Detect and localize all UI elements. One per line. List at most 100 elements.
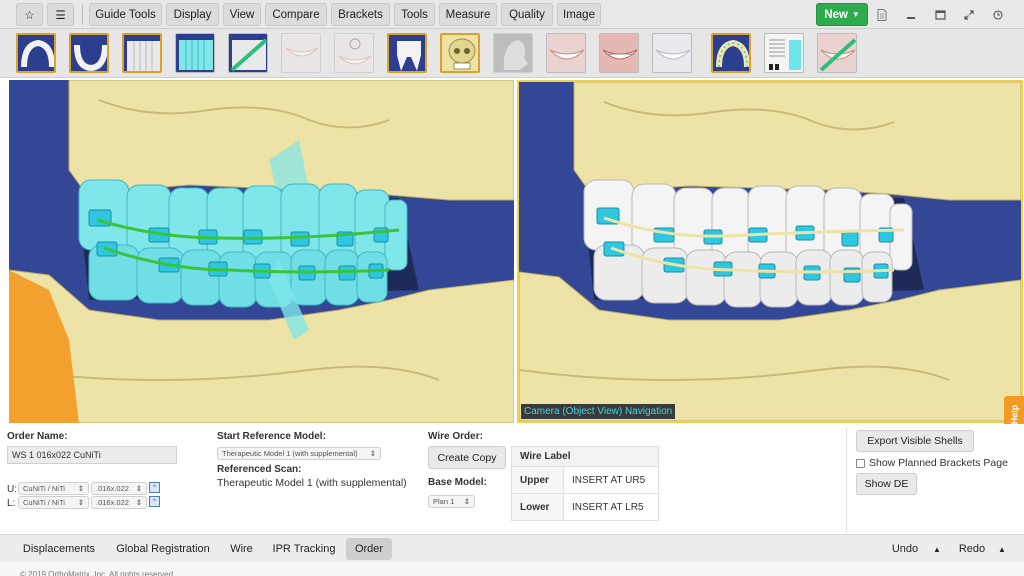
lower-size-select[interactable]: .016x.022 ⇕	[91, 496, 147, 509]
bottom-tab-bar: Displacements Global Registration Wire I…	[0, 534, 1024, 562]
menu-tools[interactable]: Tools	[394, 3, 435, 26]
molar-view-thumb[interactable]	[387, 33, 427, 73]
menu-view[interactable]: View	[223, 3, 261, 26]
tab-order[interactable]: Order	[346, 538, 392, 560]
list-button[interactable]: ☰	[47, 3, 74, 26]
table-row: Lower INSERT AT LR5	[511, 493, 659, 521]
menu-quality[interactable]: Quality	[501, 3, 553, 26]
upper-size-select[interactable]: .016x.022 ⇕	[91, 482, 147, 495]
new-button[interactable]: New ▼	[816, 3, 868, 26]
upper-wire-label-cell[interactable]: INSERT AT UR5	[563, 466, 659, 494]
lower-arch-view-thumb[interactable]	[69, 33, 109, 73]
export-visible-shells-button[interactable]: Export Visible Shells	[856, 430, 974, 452]
smile-photo-view-thumb[interactable]	[546, 33, 586, 73]
wire-label-table: Wire Label Upper INSERT AT UR5 Lower INSER…	[511, 446, 659, 521]
referenced-scan-label: Referenced Scan:	[217, 464, 302, 475]
jaw-model-with-planned-wires	[9, 80, 514, 423]
smile-slash-view-thumb[interactable]	[817, 33, 857, 73]
menu-image[interactable]: Image	[557, 3, 601, 26]
minimize-icon[interactable]	[901, 5, 921, 24]
lower-prefix: L:	[7, 498, 16, 509]
updown-icon: ⇕	[463, 497, 470, 506]
panel-divider	[846, 428, 847, 532]
redo-button[interactable]: Redo	[952, 538, 992, 560]
tab-displacements[interactable]: Displacements	[16, 538, 102, 560]
upper-row-label: Upper	[511, 466, 564, 494]
arch-brackets-view-thumb[interactable]	[711, 33, 751, 73]
top-toolbar: ☆ ☰ Guide Tools Display View Compare Bra…	[0, 0, 1024, 29]
base-model-label: Base Model:	[428, 477, 487, 488]
chart-view-thumb[interactable]	[764, 33, 804, 73]
create-copy-button[interactable]: Create Copy	[428, 446, 506, 469]
wire-label-header: Wire Label	[511, 446, 659, 467]
menu-display[interactable]: Display	[166, 3, 219, 26]
smile-view-thumb[interactable]	[281, 33, 321, 73]
lower-material-select[interactable]: CuNiTi / NiTi ⇕	[18, 496, 89, 509]
upper-size-value: .016x.022	[96, 484, 129, 493]
view-thumbnail-strip	[0, 29, 1024, 78]
menu-guide-tools[interactable]: Guide Tools	[89, 3, 162, 26]
left-3d-viewport[interactable]	[9, 80, 514, 423]
lower-size-value: .016x.022	[96, 498, 129, 507]
document-icon[interactable]	[872, 5, 892, 24]
clock-icon[interactable]	[988, 5, 1008, 24]
menu-compare[interactable]: Compare	[265, 3, 327, 26]
copyright-footer: © 2019 OrthoMatrix, Inc. All rights rese…	[0, 562, 1024, 576]
order-name-label: Order Name:	[7, 431, 68, 442]
star-button[interactable]: ☆	[16, 3, 43, 26]
list-icon: ☰	[55, 9, 66, 22]
start-reference-model-value: Therapeutic Model 1 (with supplemental)	[222, 449, 358, 458]
tab-ipr-tracking[interactable]: IPR Tracking	[266, 538, 342, 560]
updown-icon: ⇕	[77, 498, 84, 507]
menu-measure[interactable]: Measure	[439, 3, 497, 26]
redo-caret-icon[interactable]: ▲	[994, 538, 1010, 560]
updown-icon: ⇕	[135, 484, 142, 493]
upper-material-select[interactable]: CuNiTi / NiTi ⇕	[18, 482, 89, 495]
updown-icon: ⇕	[77, 484, 84, 493]
upper-arch-view-thumb[interactable]	[16, 33, 56, 73]
tab-wire[interactable]: Wire	[224, 538, 259, 560]
show-planned-brackets-checkbox[interactable]	[856, 459, 865, 468]
skull-view-thumb[interactable]	[440, 33, 480, 73]
upper-material-value: CuNiTi / NiTi	[23, 484, 65, 493]
xray-profile-view-thumb[interactable]	[493, 33, 533, 73]
front-teeth-view-thumb[interactable]	[122, 33, 162, 73]
star-icon: ☆	[24, 9, 35, 22]
teeth-overlay-slash-view-thumb[interactable]	[228, 33, 268, 73]
smile-braces-photo-view-thumb[interactable]	[599, 33, 639, 73]
upper-wire-preview-icon[interactable]: ⌃	[149, 482, 160, 493]
tab-global-registration[interactable]: Global Registration	[108, 538, 218, 560]
base-model-select[interactable]: Plan 1 ⇕	[428, 495, 475, 508]
caret-down-icon: ▼	[851, 10, 860, 19]
lower-material-value: CuNiTi / NiTi	[23, 498, 65, 507]
smile-retainer-view-thumb[interactable]	[652, 33, 692, 73]
maximize-icon[interactable]	[930, 5, 950, 24]
upper-prefix: U:	[7, 484, 17, 495]
teeth-overlay-view-thumb[interactable]	[175, 33, 215, 73]
wire-order-label: Wire Order:	[428, 431, 483, 442]
wire-label-header-row: Wire Label	[511, 446, 659, 467]
lower-wire-label-cell[interactable]: INSERT AT LR5	[563, 493, 659, 521]
undo-button[interactable]: Undo	[884, 538, 926, 560]
fullscreen-icon[interactable]	[959, 5, 979, 24]
viewport-caption: Camera (Object View) Navigation	[521, 404, 676, 419]
undo-caret-icon[interactable]: ▲	[929, 538, 945, 560]
toolbar-separator	[82, 4, 83, 25]
right-3d-viewport[interactable]: Camera (Object View) Navigation	[517, 80, 1023, 423]
menu-brackets[interactable]: Brackets	[331, 3, 390, 26]
start-reference-model-label: Start Reference Model:	[217, 431, 326, 442]
updown-icon: ⇕	[135, 498, 142, 507]
updown-icon: ⇕	[369, 449, 376, 458]
show-de-button[interactable]: Show DE	[856, 473, 917, 495]
referenced-scan-value: Therapeutic Model 1 (with supplemental)	[217, 477, 407, 489]
order-name-input[interactable]: WS 1 016x022 CuNiTi	[7, 446, 177, 464]
jaw-model-with-current-wires	[519, 82, 1021, 421]
lower-row-label: Lower	[511, 493, 564, 521]
new-label: New	[824, 8, 848, 21]
base-model-value: Plan 1	[433, 497, 455, 506]
table-row: Upper INSERT AT UR5	[511, 466, 659, 494]
start-reference-model-select[interactable]: Therapeutic Model 1 (with supplemental) ⇕	[217, 447, 381, 460]
lower-wire-preview-icon[interactable]: ⌃	[149, 496, 160, 507]
show-planned-brackets-label: Show Planned Brackets Page	[869, 457, 1008, 469]
smile-timer-view-thumb[interactable]	[334, 33, 374, 73]
